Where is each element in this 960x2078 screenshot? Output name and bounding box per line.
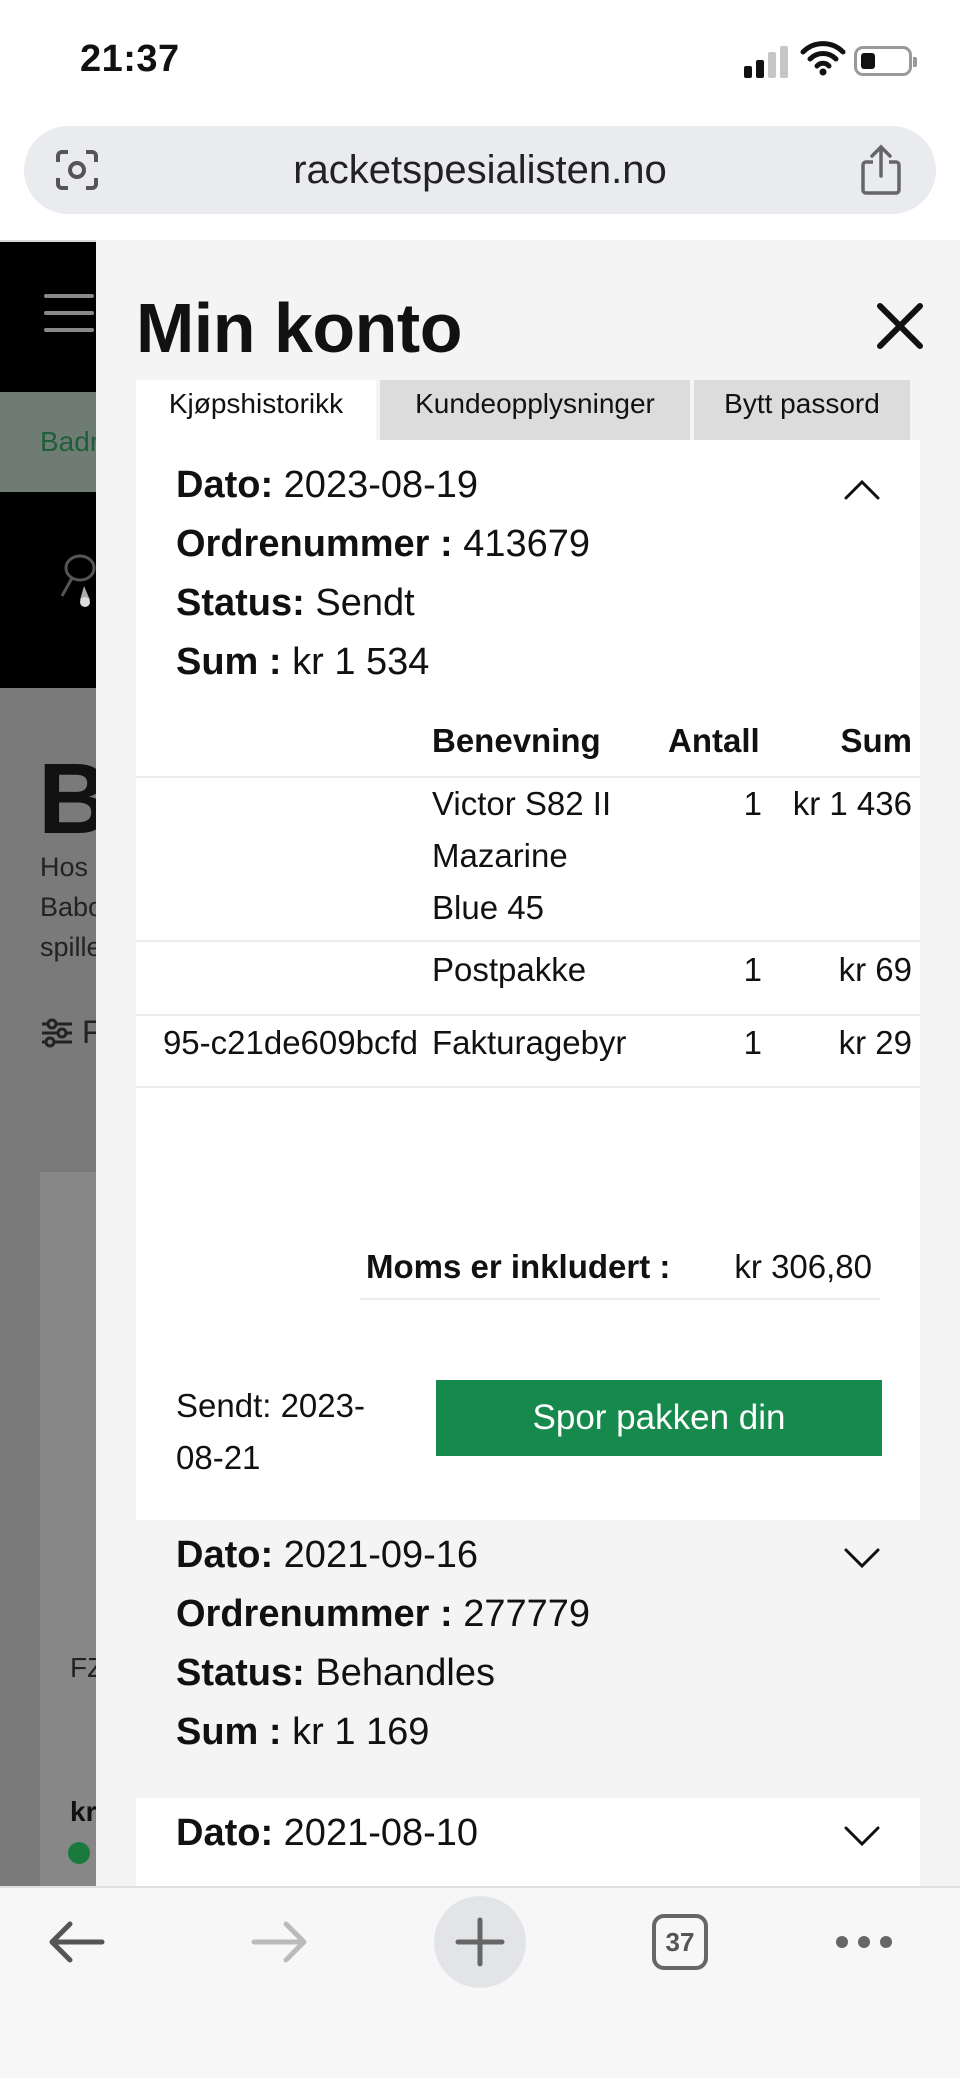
category-banner: [0, 492, 96, 688]
category-text-line: Hos: [40, 852, 89, 882]
close-icon[interactable]: [874, 300, 926, 352]
item-quantity: 1: [743, 785, 762, 822]
share-icon[interactable]: [858, 144, 904, 196]
shuttlecock-icon: [60, 554, 96, 607]
order-date: Dato: 2021-09-16: [176, 1534, 479, 1576]
column-header-quantity: Antall: [668, 722, 760, 759]
vat-value: kr 306,80: [734, 1248, 872, 1285]
site-header: [0, 242, 96, 392]
browser-toolbar: 37: [0, 1886, 960, 2078]
item-name: Postpakke: [432, 951, 587, 988]
category-text-line: spille: [40, 932, 102, 962]
cellular-signal-icon: [744, 44, 788, 78]
modal-title: Min konto: [136, 289, 462, 367]
filter-button[interactable]: F: [40, 1014, 102, 1050]
item-id: 95-c21de609bcfd: [162, 1024, 418, 1061]
tab-customer-info[interactable]: Kundeopplysninger: [380, 380, 690, 440]
divider: [136, 1086, 920, 1088]
column-header-sum: Sum: [840, 722, 912, 759]
forward-arrow-icon[interactable]: [250, 1920, 308, 1964]
new-tab-plus-icon: [455, 1917, 505, 1967]
back-arrow-icon[interactable]: [48, 1920, 106, 1964]
breadcrumb: Badr: [0, 392, 99, 492]
chevron-up-icon[interactable]: [842, 476, 882, 502]
status-bar: 21:37: [0, 0, 960, 120]
wifi-icon: [800, 41, 846, 76]
order-sum: Sum : kr 1 169: [176, 1711, 430, 1753]
menu-icon[interactable]: [44, 294, 94, 334]
track-package-button[interactable]: Spor pakken din: [436, 1380, 882, 1456]
divider: [136, 1014, 920, 1016]
category-text-line: Babo: [40, 892, 104, 922]
item-quantity: 1: [743, 951, 762, 988]
new-tab-button[interactable]: [434, 1896, 526, 1988]
item-quantity: 1: [743, 1024, 762, 1061]
address-bar[interactable]: racketspesialisten.no: [24, 126, 936, 214]
order-card: Dato: 2023-08-19 Ordrenummer : 413679 St…: [136, 440, 920, 1520]
vat-label: Moms er inkludert :: [366, 1248, 671, 1285]
column-header-name: Benevning: [432, 722, 601, 759]
item-sum: kr 29: [838, 1024, 912, 1061]
chevron-down-icon[interactable]: [842, 1824, 882, 1850]
more-icon[interactable]: [834, 1932, 894, 1952]
tab-purchase-history[interactable]: Kjøpshistorikk: [136, 380, 376, 440]
item-name: Victor S82 II Mazarine Blue 45: [432, 785, 612, 926]
breadcrumb-link[interactable]: Badr: [40, 426, 99, 458]
divider: [360, 1298, 880, 1300]
shipped-date: Sendt: 2023- 08-21: [176, 1387, 365, 1476]
filter-icon: [42, 1018, 72, 1048]
battery-icon: [854, 46, 917, 76]
order-date: Dato: 2023-08-19: [176, 464, 479, 506]
order-status: Status: Behandles: [176, 1652, 495, 1694]
order-number: Ordrenummer : 277779: [176, 1593, 590, 1635]
order-card[interactable]: Dato: 2021-09-16 Ordrenummer : 277779 St…: [136, 1524, 920, 1794]
order-date: Dato: 2021-08-10: [176, 1812, 479, 1854]
order-card[interactable]: Dato: 2021-08-10: [136, 1798, 920, 1886]
product-card[interactable]: [40, 1172, 96, 1888]
chevron-down-icon[interactable]: [842, 1546, 882, 1572]
tabs-icon[interactable]: 37: [652, 1914, 708, 1970]
order-sum: Sum : kr 1 534: [176, 641, 430, 683]
divider: [136, 940, 920, 942]
item-sum: kr 69: [838, 951, 912, 988]
url-text[interactable]: racketspesialisten.no: [24, 148, 936, 193]
in-stock-icon: [68, 1842, 90, 1864]
tab-change-password[interactable]: Bytt passord: [694, 380, 910, 440]
order-status: Status: Sendt: [176, 582, 415, 624]
order-number: Ordrenummer : 413679: [176, 523, 590, 565]
item-sum: kr 1 436: [792, 785, 912, 822]
status-time: 21:37: [80, 38, 180, 80]
account-modal: Min konto Kjøpshistorikk Kundeopplysning…: [96, 240, 960, 1886]
product-price: kr: [70, 1796, 97, 1827]
item-name: Fakturagebyr: [432, 1024, 627, 1061]
